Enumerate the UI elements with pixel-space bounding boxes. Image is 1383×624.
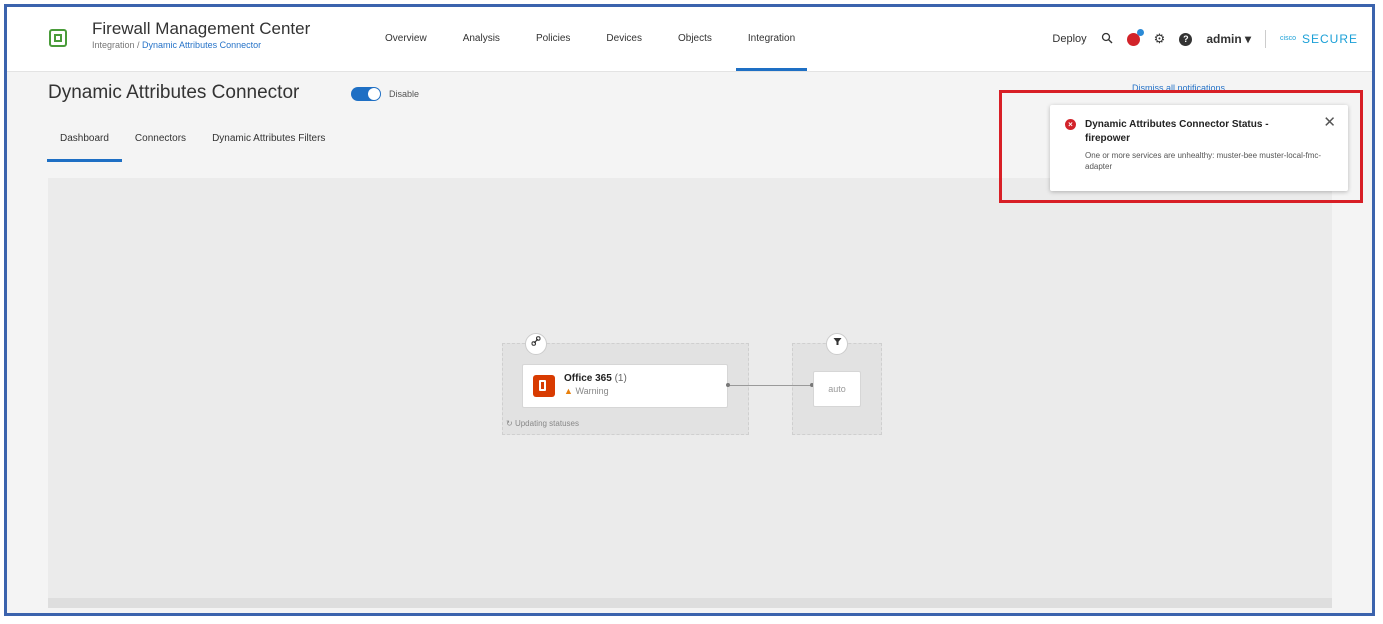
app-title: Firewall Management Center xyxy=(92,19,311,38)
cisco-logo-icon: cisco xyxy=(1280,35,1296,42)
health-alert-icon[interactable] xyxy=(1126,28,1144,46)
connector-status-text: Warning xyxy=(575,386,609,396)
connector-status: ▲ Warning xyxy=(564,386,609,396)
gear-icon[interactable]: ⚙ xyxy=(1154,31,1166,47)
breadcrumb-current[interactable]: Dynamic Attributes Connector xyxy=(142,40,261,50)
tab-dashboard[interactable]: Dashboard xyxy=(47,127,122,162)
breadcrumb: Integration / Dynamic Attributes Connect… xyxy=(92,40,261,50)
header-tools: Deploy ⚙ ? admin ▾ cisco SECURE xyxy=(1052,7,1358,71)
brand-logo: cisco SECURE xyxy=(1280,32,1358,46)
toggle-label: Disable xyxy=(389,89,420,99)
canvas-footer xyxy=(48,598,1332,608)
connector-name-text: Office 365 xyxy=(564,373,612,384)
connector-link-line xyxy=(728,385,812,386)
enable-toggle[interactable] xyxy=(351,87,381,101)
help-icon[interactable]: ? xyxy=(1179,32,1193,46)
updating-status: ↻ Updating statuses xyxy=(506,419,579,428)
auto-filter-card[interactable]: auto xyxy=(813,371,861,407)
main-nav: Overview Analysis Policies Devices Objec… xyxy=(367,7,813,71)
connector-name: Office 365 (1) xyxy=(564,373,627,384)
updating-status-text: Updating statuses xyxy=(514,419,579,428)
nav-devices[interactable]: Devices xyxy=(588,7,660,71)
nav-integration[interactable]: Integration xyxy=(730,7,813,71)
page-title: Dynamic Attributes Connector xyxy=(48,82,300,103)
screenshot-frame: Firewall Management Center Integration /… xyxy=(4,4,1375,616)
office365-icon xyxy=(533,375,555,397)
refresh-icon: ↻ xyxy=(506,419,513,428)
top-bar: Firewall Management Center Integration /… xyxy=(7,7,1372,72)
header-divider xyxy=(1265,30,1267,48)
link-icon[interactable] xyxy=(525,333,547,355)
connector-count: (1) xyxy=(614,373,627,384)
tab-connectors[interactable]: Connectors xyxy=(122,127,199,162)
nav-overview[interactable]: Overview xyxy=(367,7,445,71)
breadcrumb-parent[interactable]: Integration / xyxy=(92,40,140,50)
nav-policies[interactable]: Policies xyxy=(518,7,588,71)
filter-icon[interactable] xyxy=(826,333,848,355)
search-icon[interactable] xyxy=(1101,32,1113,47)
highlight-box xyxy=(999,90,1363,203)
app-logo-icon xyxy=(49,29,67,47)
page-tabs: Dashboard Connectors Dynamic Attributes … xyxy=(47,127,338,162)
nav-objects[interactable]: Objects xyxy=(660,7,730,71)
tab-dynamic-attributes-filters[interactable]: Dynamic Attributes Filters xyxy=(199,127,338,162)
brand-text: SECURE xyxy=(1301,32,1358,46)
office365-connector-card[interactable]: Office 365 (1) ▲ Warning xyxy=(522,364,728,408)
dashboard-canvas: Office 365 (1) ▲ Warning auto ↻ Updating… xyxy=(48,178,1332,608)
warning-icon: ▲ xyxy=(564,386,573,396)
deploy-button[interactable]: Deploy xyxy=(1052,33,1086,45)
link-start-dot xyxy=(726,383,730,387)
nav-analysis[interactable]: Analysis xyxy=(445,7,518,71)
user-menu[interactable]: admin ▾ xyxy=(1206,32,1251,46)
